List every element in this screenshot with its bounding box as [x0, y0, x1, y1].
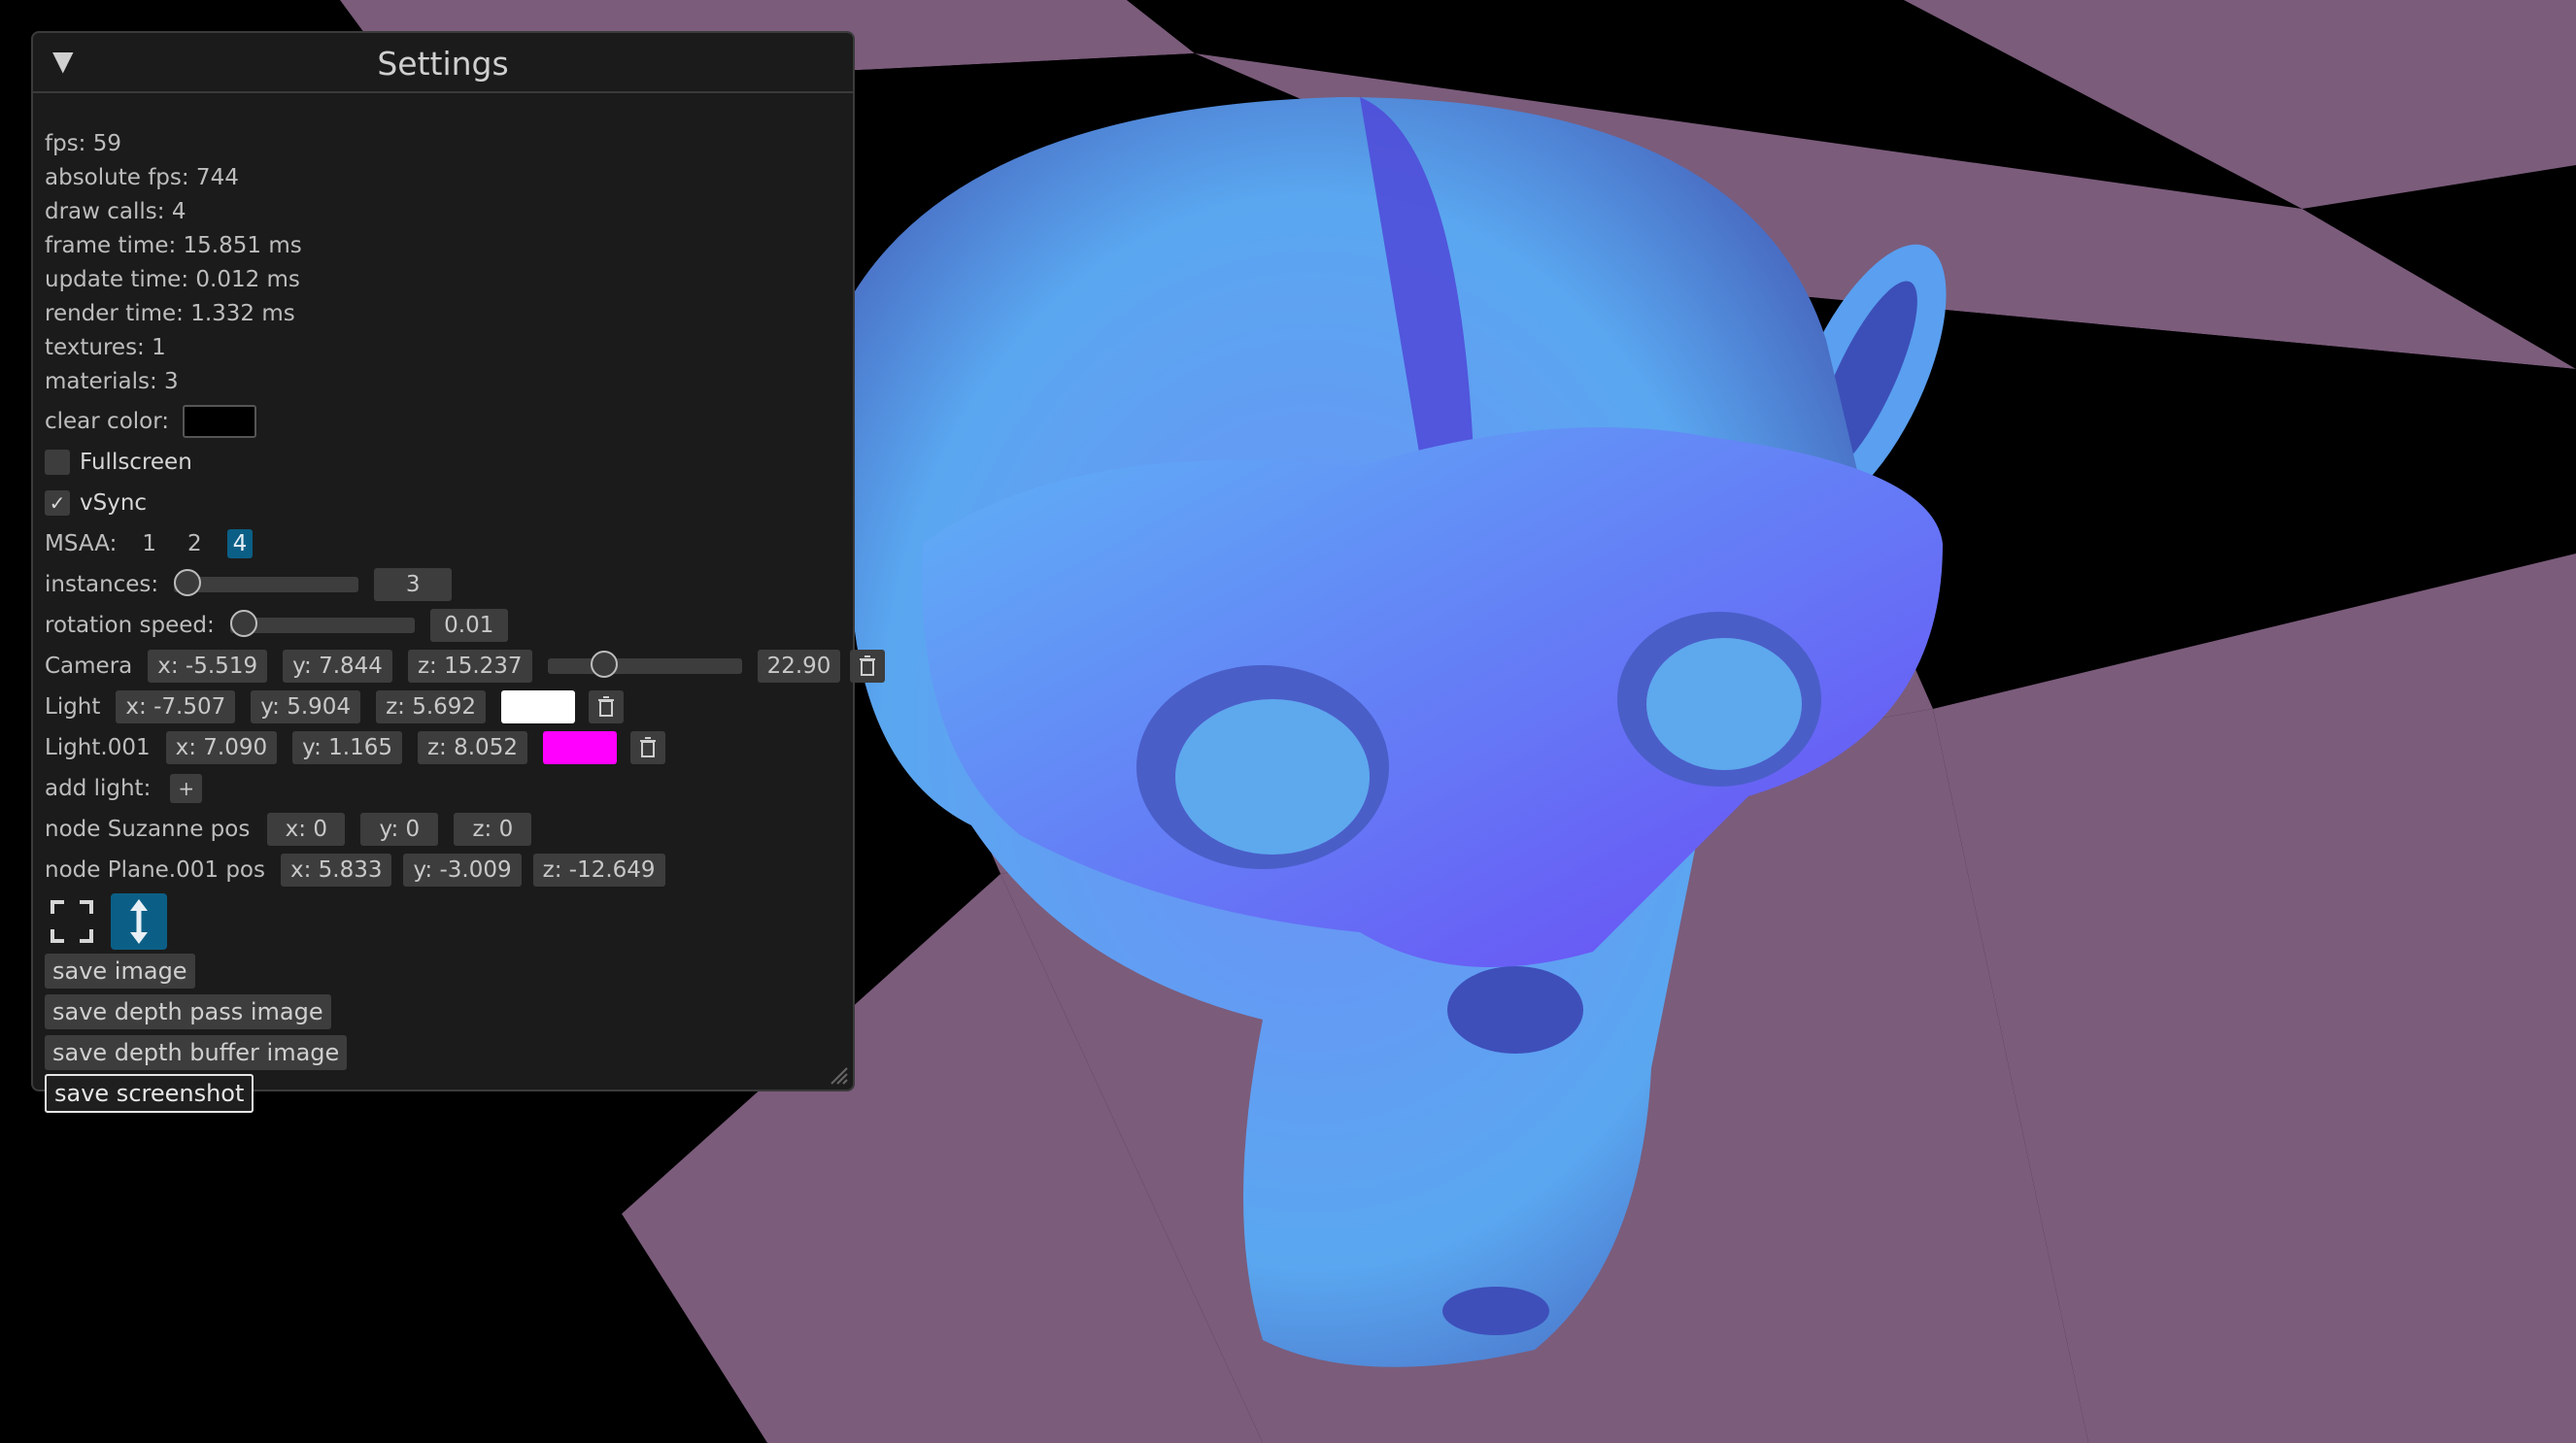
light001-color-swatch[interactable] [542, 731, 617, 764]
add-light-row: add light: + [45, 771, 203, 806]
trash-icon[interactable] [589, 690, 625, 723]
vsync-row[interactable]: ✓ vSync [45, 486, 147, 520]
camera-y-field[interactable]: y: 7.844 [283, 650, 392, 683]
node-plane-x-field[interactable]: x: 5.833 [280, 854, 392, 887]
light-x-field[interactable]: x: -7.507 [116, 690, 236, 723]
vsync-label: vSync [80, 490, 148, 516]
node-plane-z-field[interactable]: z: -12.649 [532, 854, 665, 887]
light001-z-field[interactable]: z: 8.052 [417, 731, 527, 764]
save-screenshot-button[interactable]: save screenshot [45, 1074, 254, 1113]
stat-frame-time: frame time: 15.851 ms [45, 233, 302, 258]
save-image-button[interactable]: save image [45, 954, 195, 989]
node-plane-y-field[interactable]: y: -3.009 [403, 854, 522, 887]
light001-row: Light.001 x: 7.090 y: 1.165 z: 8.052 [45, 730, 665, 765]
instances-slider[interactable] [174, 569, 359, 596]
stat-materials: materials: 3 [45, 369, 179, 394]
stat-absolute-fps: absolute fps: 744 [45, 165, 239, 190]
instances-value[interactable]: 3 [374, 568, 453, 601]
save-depth-pass-button[interactable]: save depth pass image [45, 994, 331, 1029]
node-suzanne-label: node Suzanne pos [45, 817, 251, 842]
stat-update-time: update time: 0.012 ms [45, 267, 300, 292]
clear-color-row: clear color: [45, 404, 257, 439]
camera-x-field[interactable]: x: -5.519 [148, 650, 268, 683]
stat-fps: fps: 59 [45, 131, 122, 156]
rotation-speed-value[interactable]: 0.01 [429, 609, 508, 642]
vsync-checkbox[interactable]: ✓ [45, 490, 70, 516]
camera-fov-slider-knob[interactable] [590, 651, 618, 678]
settings-titlebar[interactable]: ▼ Settings [33, 33, 853, 93]
gizmo-row [45, 893, 167, 950]
fullscreen-row[interactable]: Fullscreen [45, 445, 192, 480]
camera-z-field[interactable]: z: 15.237 [407, 650, 532, 683]
node-suzanne-y-field[interactable]: y: 0 [360, 813, 439, 846]
light001-y-field[interactable]: y: 1.165 [292, 731, 402, 764]
node-plane-row: node Plane.001 pos x: 5.833 y: -3.009 z:… [45, 853, 665, 888]
instances-slider-knob[interactable] [174, 569, 202, 596]
stat-draw-calls: draw calls: 4 [45, 199, 186, 224]
msaa-option-1[interactable]: 1 [136, 529, 162, 558]
clear-color-label: clear color: [45, 409, 170, 434]
clear-color-swatch[interactable] [183, 405, 257, 438]
node-suzanne-x-field[interactable]: x: 0 [267, 813, 346, 846]
rotation-speed-slider-knob[interactable] [229, 610, 257, 637]
node-suzanne-z-field[interactable]: z: 0 [454, 813, 532, 846]
fullscreen-label: Fullscreen [80, 450, 192, 475]
msaa-label: MSAA: [45, 531, 118, 556]
stat-render-time: render time: 1.332 ms [45, 301, 295, 326]
msaa-option-2[interactable]: 2 [182, 529, 208, 558]
camera-fov-slider[interactable] [547, 651, 742, 678]
save-depth-buffer-button[interactable]: save depth buffer image [45, 1035, 348, 1070]
instances-label: instances: [45, 572, 159, 597]
light001-x-field[interactable]: x: 7.090 [165, 731, 278, 764]
resize-grip-icon[interactable] [828, 1064, 849, 1086]
trash-icon[interactable] [629, 731, 665, 764]
window-title: Settings [377, 45, 509, 83]
rotation-speed-label: rotation speed: [45, 613, 215, 638]
light001-label: Light.001 [45, 735, 151, 760]
fullscreen-checkbox[interactable] [45, 450, 70, 475]
camera-fov-value[interactable]: 22.90 [757, 650, 841, 683]
save-depth-pass-row: save depth pass image [45, 994, 331, 1029]
stat-textures: textures: 1 [45, 335, 166, 360]
instances-row: instances: 3 [45, 567, 453, 602]
save-depth-buffer-row: save depth buffer image [45, 1035, 348, 1070]
camera-row: Camera x: -5.519 y: 7.844 z: 15.237 22.9… [45, 649, 886, 684]
light-z-field[interactable]: z: 5.692 [376, 690, 487, 723]
light-color-swatch[interactable] [501, 690, 576, 723]
save-screenshot-row: save screenshot [45, 1074, 254, 1113]
rotation-speed-slider[interactable] [229, 610, 415, 637]
msaa-option-4[interactable]: 4 [226, 529, 254, 558]
add-light-button[interactable]: + [170, 774, 203, 803]
fullscreen-bracket-icon[interactable] [45, 894, 99, 949]
node-suzanne-row: node Suzanne pos x: 0 y: 0 z: 0 [45, 812, 532, 847]
vertical-arrows-icon[interactable] [111, 893, 167, 950]
trash-icon[interactable] [850, 650, 886, 683]
node-plane-label: node Plane.001 pos [45, 857, 265, 883]
light-row: Light x: -7.507 y: 5.904 z: 5.692 [45, 689, 625, 724]
light-label: Light [45, 694, 101, 720]
add-light-label: add light: [45, 776, 152, 801]
settings-window[interactable]: ▼ Settings fps: 59 absolute fps: 744 dra… [31, 31, 886, 1113]
camera-label: Camera [45, 654, 133, 679]
save-image-row: save image [45, 954, 195, 989]
msaa-row: MSAA: 1 2 4 [45, 526, 272, 561]
rotation-speed-row: rotation speed: 0.01 [45, 608, 508, 643]
light-y-field[interactable]: y: 5.904 [251, 690, 361, 723]
